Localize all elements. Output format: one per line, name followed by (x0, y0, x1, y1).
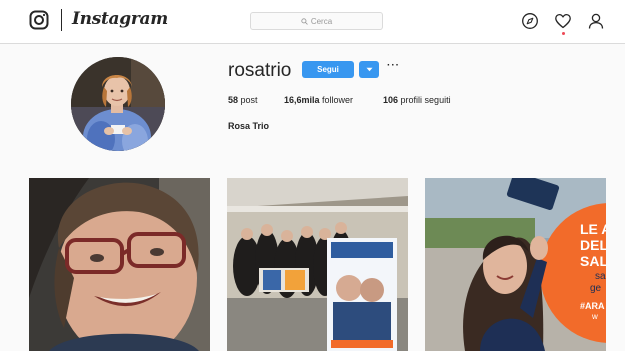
poster-text-line-4: sa (595, 271, 606, 282)
search-icon (301, 17, 308, 25)
stat-following[interactable]: 106 profili seguiti (383, 95, 451, 105)
poster-hashtag: #ARA (580, 301, 605, 311)
following-count: 106 (383, 95, 399, 105)
post-thumbnail-2[interactable] (227, 178, 408, 351)
stat-posts: 58 post (228, 95, 258, 105)
compass-icon[interactable] (521, 12, 539, 30)
caret-down-icon (366, 67, 372, 72)
poster-text-line-3: SAL (580, 253, 606, 269)
stat-followers[interactable]: 16,6mila follower (284, 95, 353, 105)
follow-button[interactable]: Segui (302, 61, 354, 78)
post-thumbnail-1[interactable] (29, 178, 210, 351)
search-placeholder: Cerca (310, 16, 333, 26)
poster-text-line-5: ge (590, 283, 602, 294)
profile-full-name: Rosa Trio (228, 121, 270, 131)
notification-dot (562, 32, 565, 35)
followers-count: 16,6mila (284, 95, 320, 105)
post-thumbnail-3[interactable]: LE A DEL SAL sa ge #ARA w (425, 178, 606, 351)
posts-label: post (240, 95, 258, 105)
search-input[interactable]: Cerca (250, 12, 383, 30)
following-label: profili seguiti (400, 95, 451, 105)
poster-text-line-2: DEL (580, 237, 606, 253)
heart-icon[interactable] (554, 12, 572, 30)
followers-label: follower (322, 95, 354, 105)
more-options-button[interactable]: ··· (387, 60, 400, 71)
profile-username: rosatrio (228, 60, 292, 81)
top-nav: Instagram Cerca (0, 0, 625, 44)
instagram-wordmark[interactable]: Instagram (72, 9, 168, 29)
poster-text-line-1: LE A (580, 221, 606, 237)
user-icon[interactable] (587, 12, 605, 30)
nav-divider (61, 9, 62, 31)
posts-count: 58 (228, 95, 239, 105)
poster-text-line-7: w (591, 312, 598, 321)
suggestions-dropdown-button[interactable] (359, 61, 379, 78)
avatar[interactable] (71, 57, 165, 151)
instagram-logo-icon[interactable] (29, 10, 49, 30)
